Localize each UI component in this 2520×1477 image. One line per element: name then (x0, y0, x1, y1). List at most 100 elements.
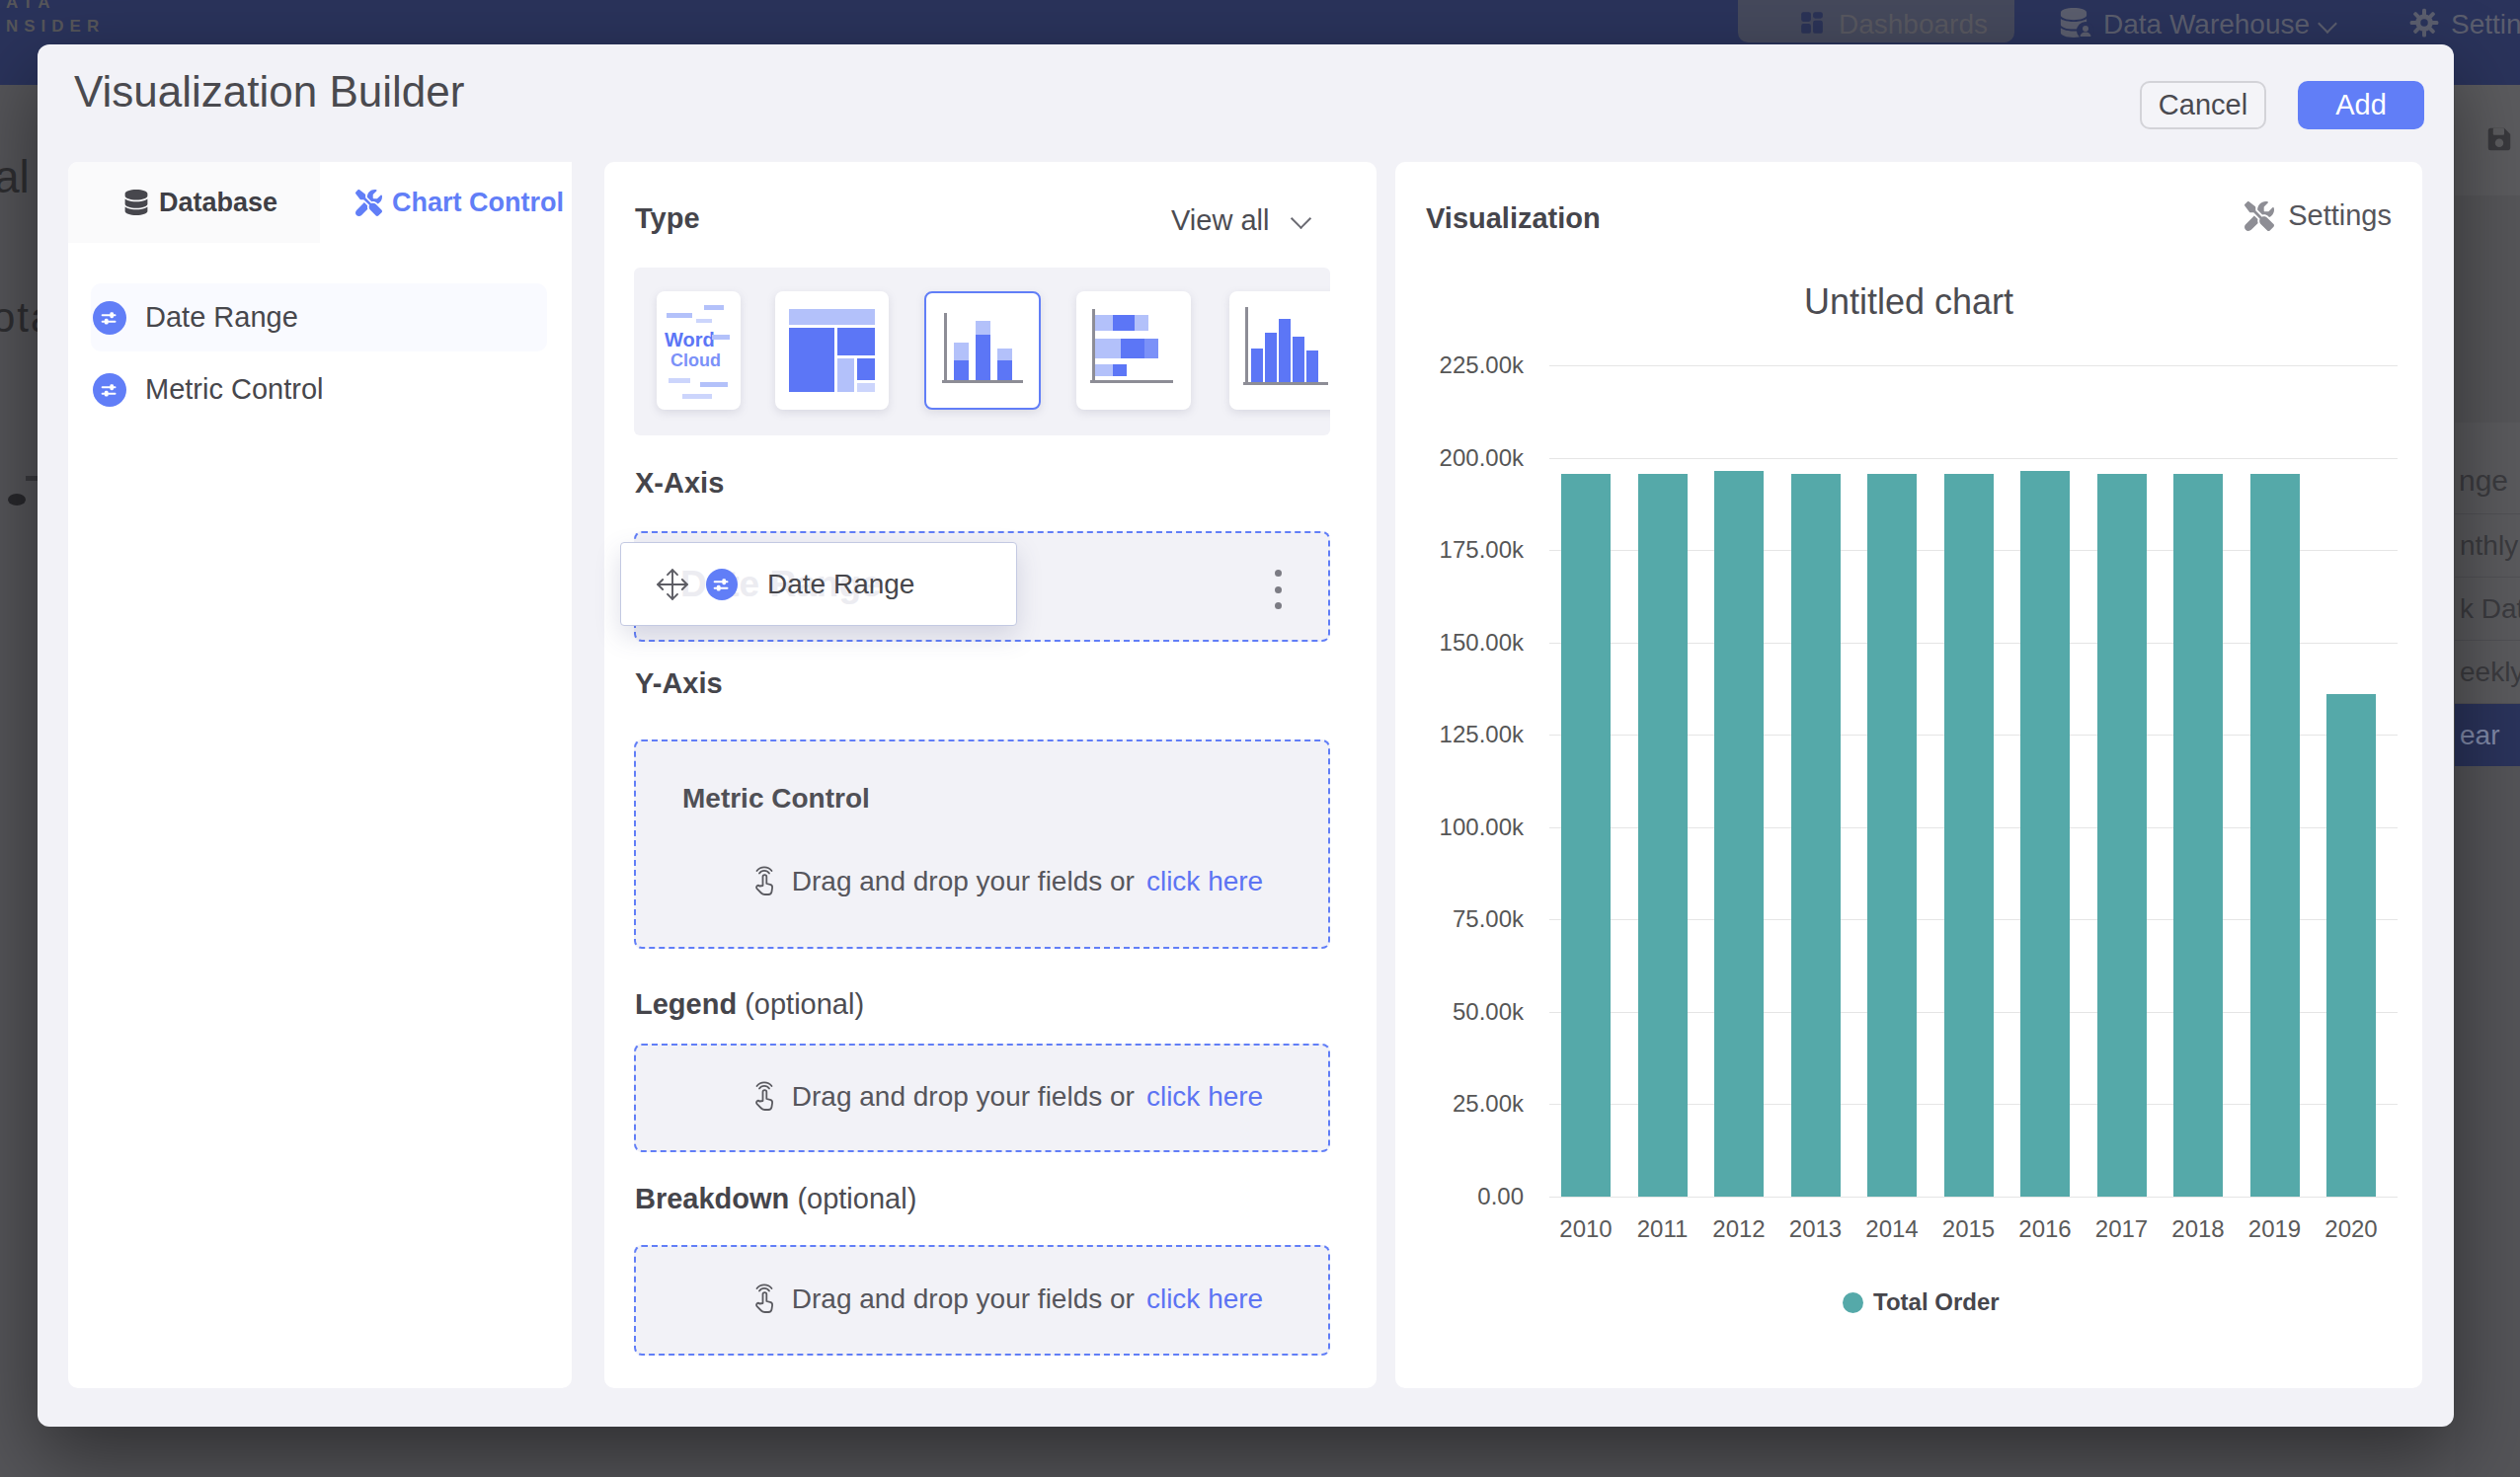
tap-icon (748, 1283, 780, 1315)
mini-bar (1135, 315, 1148, 331)
wordcloud-speck (712, 335, 730, 340)
chart-type-word-cloud[interactable]: Word Cloud (657, 291, 741, 410)
gear-icon (2409, 8, 2439, 38)
builder-panel: Type View all Word Cloud (604, 162, 1377, 1388)
treemap-block (789, 328, 834, 392)
mini-bar (1251, 349, 1263, 382)
axis (1245, 307, 1248, 382)
mini-bar (1095, 315, 1113, 331)
x-tick-label: 2012 (1700, 1215, 1777, 1243)
page: ATA NSIDER Dashboards Data Warehouse Set… (0, 0, 2520, 1477)
x-axis-label: X-Axis (635, 467, 724, 500)
chart-type-treemap[interactable] (775, 291, 889, 410)
kebab-menu-icon[interactable] (1274, 570, 1282, 609)
chart-type-histogram[interactable] (1229, 291, 1330, 410)
x-tick-label: 2018 (2160, 1215, 2237, 1243)
x-tick-label: 2011 (1624, 1215, 1701, 1243)
legend-item[interactable]: Total Order (1843, 1288, 2000, 1316)
tools-icon (355, 190, 382, 216)
drop-hint-click-here[interactable]: click here (1146, 1081, 1263, 1113)
x-tick-label: 2017 (2084, 1215, 2161, 1243)
breakdown-dropzone[interactable]: Drag and drop your fields or click here (634, 1245, 1330, 1356)
mini-bar (1144, 339, 1158, 358)
drop-hint-click-here[interactable]: click here (1146, 1283, 1263, 1315)
wordcloud-speck (704, 305, 724, 310)
bg-header-fragment: nge (2459, 464, 2508, 498)
drop-hint-click-here[interactable]: click here (1146, 866, 1263, 897)
sliders-icon (706, 569, 738, 600)
mini-bar (1113, 315, 1135, 331)
dragged-field-label: Date Range (767, 569, 914, 600)
chart-bar-2013 (1791, 474, 1841, 1197)
chart-type-bar-chart[interactable] (1076, 291, 1191, 410)
visualization-builder-modal: Visualization Builder Cancel Add Databas… (38, 44, 2454, 1427)
wordcloud-word: Cloud (670, 350, 721, 371)
y-tick-label: 75.00k (1395, 905, 1524, 933)
y-tick-label: 200.00k (1395, 444, 1524, 472)
tab-database-label: Database (159, 188, 277, 218)
mini-bar (954, 360, 969, 380)
bg-mid-band (2455, 195, 2520, 423)
legend-dropzone[interactable]: Drag and drop your fields or click here (634, 1044, 1330, 1152)
data-warehouse-user-badge (2077, 22, 2094, 39)
dragged-field-card[interactable]: Date Range Date Range (620, 542, 1017, 626)
mini-bar (1095, 339, 1121, 358)
field-item-metric-control[interactable]: Metric Control (91, 355, 547, 424)
wordcloud-speck (700, 382, 728, 387)
x-tick-label: 2015 (1930, 1215, 2008, 1243)
mini-bar (976, 335, 990, 380)
fields-panel: Database Chart Control Date Range Metric… (68, 162, 572, 1388)
wordcloud-speck (682, 394, 712, 399)
chevron-down-icon (2318, 14, 2337, 34)
cancel-button[interactable]: Cancel (2140, 81, 2266, 129)
tap-icon (748, 866, 780, 897)
bg-dropdown-option: k Date (2455, 577, 2520, 640)
settings-tools-icon (2244, 201, 2274, 231)
axis (1243, 382, 1328, 385)
field-item-date-range[interactable]: Date Range (91, 283, 547, 351)
view-all-button[interactable]: View all (1171, 204, 1269, 237)
mini-bar (1113, 364, 1127, 376)
x-tick-label: 2016 (2007, 1215, 2084, 1243)
add-button[interactable]: Add (2298, 81, 2424, 129)
x-tick-label: 2013 (1777, 1215, 1854, 1243)
mini-bar (1306, 350, 1318, 382)
chart-type-column-chart[interactable] (924, 291, 1041, 410)
gridline (1549, 365, 2398, 366)
sliders-icon (93, 301, 126, 335)
bg-left-fragment-1: al (0, 150, 30, 203)
mini-bar (976, 321, 990, 335)
x-tick-label: 2020 (2313, 1215, 2390, 1243)
legend-series-label: Total Order (1873, 1288, 2000, 1316)
x-tick-label: 2010 (1547, 1215, 1624, 1243)
mini-bar (1279, 319, 1291, 382)
chart-bar-2019 (2250, 474, 2300, 1197)
bg-left-dash (26, 476, 38, 481)
y-tick-label: 125.00k (1395, 721, 1524, 748)
wordcloud-speck (669, 378, 690, 383)
modal-title: Visualization Builder (74, 67, 464, 117)
y-tick-label: 50.00k (1395, 998, 1524, 1026)
bg-dropdown-option: nthly (2455, 513, 2520, 577)
type-label: Type (635, 202, 700, 235)
nav-label-settings[interactable]: Settin (2451, 9, 2520, 40)
treemap-block (857, 358, 875, 380)
mini-bar (997, 349, 1012, 360)
y-axis-dropzone[interactable]: Metric Control Drag and drop your fields… (634, 739, 1330, 949)
tab-chart-control[interactable]: Chart Control (320, 162, 572, 243)
y-tick-label: 25.00k (1395, 1090, 1524, 1118)
tab-database[interactable]: Database (68, 162, 320, 243)
sliders-icon (93, 373, 126, 407)
y-tick-label: 225.00k (1395, 351, 1524, 379)
nav-label-data-warehouse[interactable]: Data Warehouse (2103, 9, 2310, 40)
drop-hint-text: Drag and drop your fields or (792, 866, 1135, 897)
nav-label-dashboards[interactable]: Dashboards (1839, 9, 1988, 40)
tab-chart-control-label: Chart Control (392, 188, 564, 218)
logo-line1: ATA (6, 0, 105, 15)
logo-line2: NSIDER (6, 15, 105, 39)
settings-button[interactable]: Settings (2244, 199, 2392, 232)
field-item-label: Date Range (145, 301, 298, 334)
wordcloud-word: Word (665, 329, 715, 351)
gridline (1549, 458, 2398, 459)
bg-panel-header: nge (2455, 423, 2520, 513)
